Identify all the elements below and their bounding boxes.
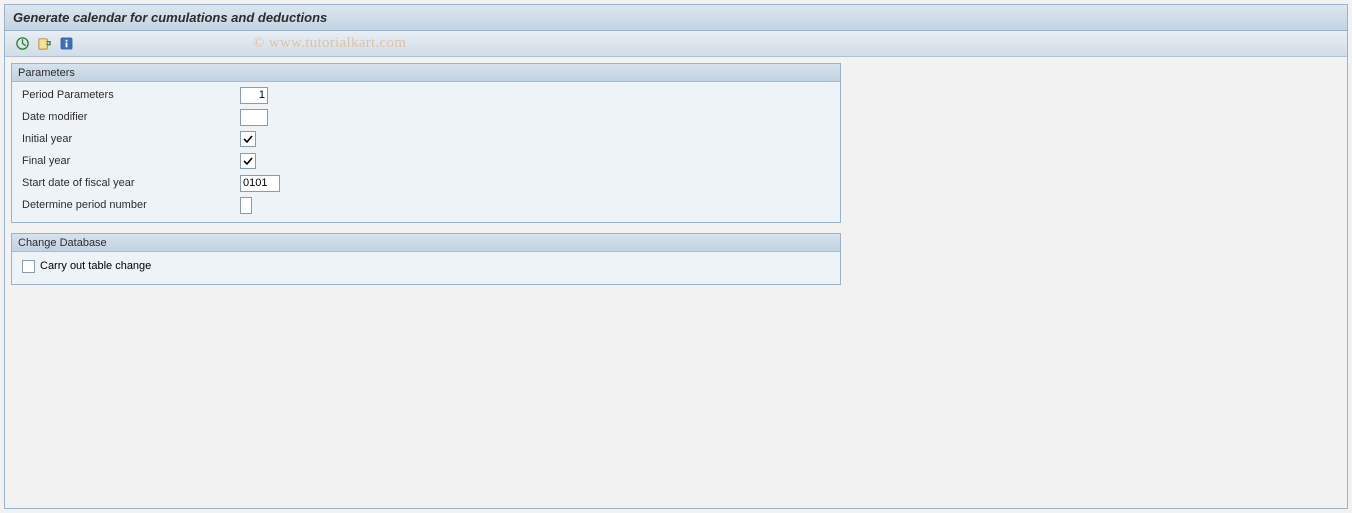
carry-out-checkbox[interactable] xyxy=(22,260,35,273)
content-area: Parameters Period Parameters Date modifi… xyxy=(5,57,1347,301)
start-date-fy-input[interactable] xyxy=(240,175,280,192)
page-title: Generate calendar for cumulations and de… xyxy=(13,10,327,25)
field-row-initial-year: Initial year xyxy=(12,128,840,150)
field-row-start-date-fy: Start date of fiscal year xyxy=(12,172,840,194)
watermark-text: © www.tutorialkart.com xyxy=(253,35,406,52)
change-database-group-body: Carry out table change xyxy=(12,252,840,284)
date-modifier-label: Date modifier xyxy=(18,111,240,123)
toolbar: © www.tutorialkart.com xyxy=(5,31,1347,57)
change-database-group: Change Database Carry out table change xyxy=(11,233,841,285)
parameters-group-title: Parameters xyxy=(18,67,75,79)
final-year-checkbox[interactable] xyxy=(240,153,256,169)
determine-pn-label: Determine period number xyxy=(18,199,240,211)
parameters-group-body: Period Parameters Date modifier Initial … xyxy=(12,82,840,222)
change-database-group-header: Change Database xyxy=(12,234,840,252)
start-date-fy-label: Start date of fiscal year xyxy=(18,177,240,189)
parameters-group-header: Parameters xyxy=(12,64,840,82)
period-parameters-label: Period Parameters xyxy=(18,89,240,101)
date-modifier-input[interactable] xyxy=(240,109,268,126)
field-row-determine-pn: Determine period number xyxy=(12,194,840,216)
initial-year-label: Initial year xyxy=(18,133,240,145)
field-row-final-year: Final year xyxy=(12,150,840,172)
period-parameters-input[interactable] xyxy=(240,87,268,104)
title-bar: Generate calendar for cumulations and de… xyxy=(5,5,1347,31)
determine-pn-input[interactable] xyxy=(240,197,252,214)
info-icon[interactable] xyxy=(57,35,75,53)
carry-out-row: Carry out table change xyxy=(12,254,840,278)
app-frame: Generate calendar for cumulations and de… xyxy=(4,4,1348,509)
execute-icon[interactable] xyxy=(13,35,31,53)
field-row-date-modifier: Date modifier xyxy=(12,106,840,128)
parameters-group: Parameters Period Parameters Date modifi… xyxy=(11,63,841,223)
final-year-label: Final year xyxy=(18,155,240,167)
change-database-group-title: Change Database xyxy=(18,237,107,249)
carry-out-label: Carry out table change xyxy=(40,260,151,272)
initial-year-checkbox[interactable] xyxy=(240,131,256,147)
variant-icon[interactable] xyxy=(35,35,53,53)
field-row-period-parameters: Period Parameters xyxy=(12,84,840,106)
